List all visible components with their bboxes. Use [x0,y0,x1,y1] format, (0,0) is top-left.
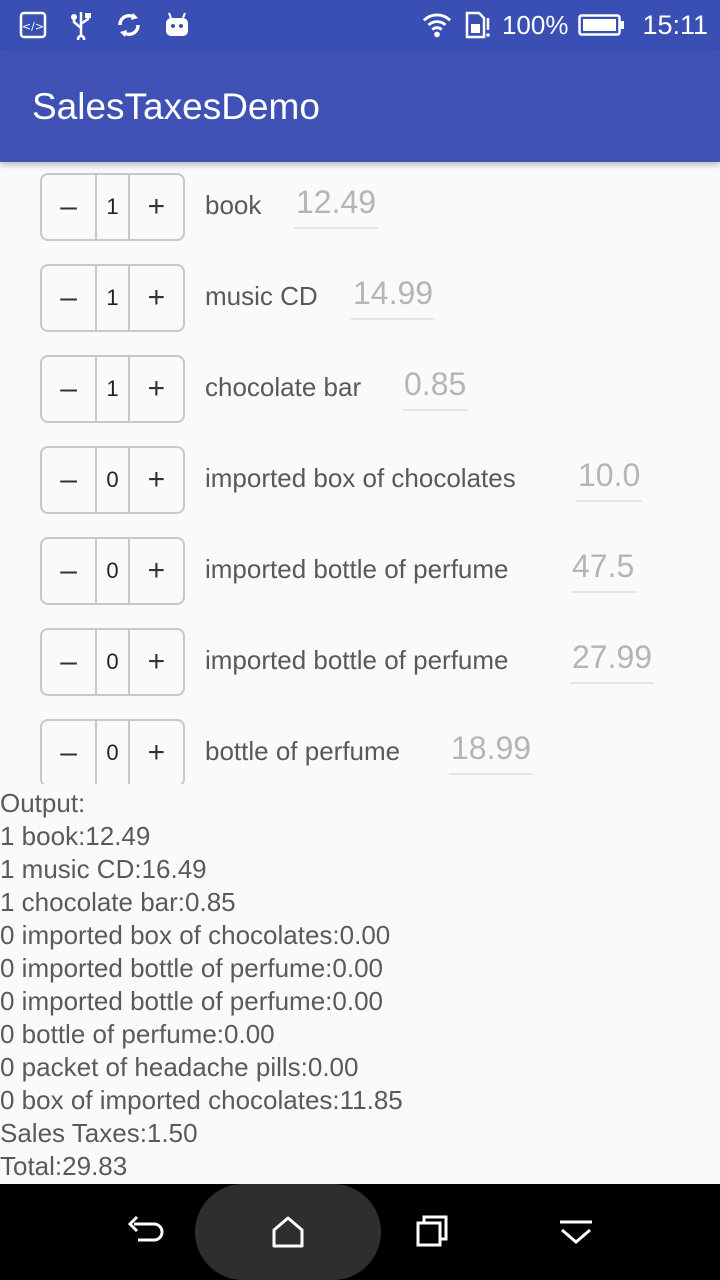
price-field[interactable]: 47.5 [570,548,637,593]
decrement-button[interactable]: – [42,266,95,330]
price-field[interactable]: 0.85 [402,366,469,411]
quantity-stepper: – 0 + [40,628,185,696]
item-row: – 1 + music CD 14.99 [0,253,720,344]
app-title: SalesTaxesDemo [32,86,320,127]
item-name: imported box of chocolates [205,463,516,493]
increment-button[interactable]: + [130,175,183,239]
app-bar: SalesTaxesDemo [0,50,720,162]
output-line: 0 packet of headache pills:0.00 [0,1052,359,1082]
home-icon[interactable] [268,1212,308,1252]
quantity-stepper: – 1 + [40,264,185,332]
usb-icon [66,10,96,40]
price-field[interactable]: 14.99 [351,275,436,320]
price-field[interactable]: 12.49 [294,184,379,229]
item-row: – 0 + imported box of chocolates 10.0 [0,435,720,526]
output-panel: Output: 1 book:12.49 1 music CD:16.49 1 … [0,787,720,1183]
quantity-stepper: – 0 + [40,719,185,784]
increment-button[interactable]: + [130,630,183,694]
item-row: – 1 + chocolate bar 0.85 [0,344,720,435]
increment-button[interactable]: + [130,448,183,512]
quantity-stepper: – 0 + [40,537,185,605]
output-line: 1 music CD:16.49 [0,854,207,884]
output-line: 0 imported bottle of perfume:0.00 [0,986,384,1016]
quantity-value: 0 [95,630,130,694]
sync-icon [114,10,144,40]
quantity-value: 1 [95,357,130,421]
increment-button[interactable]: + [130,539,183,603]
output-line: 0 imported box of chocolates:0.00 [0,920,391,950]
decrement-button[interactable]: – [42,630,95,694]
item-name: chocolate bar [205,372,362,402]
decrement-button[interactable]: – [42,448,95,512]
item-row: – 1 + book 12.49 [0,162,720,253]
battery-percent: 100% [501,9,569,40]
item-name: imported bottle of perfume [205,645,509,675]
increment-button[interactable]: + [130,266,183,330]
quantity-stepper: – 1 + [40,355,185,423]
item-row: – 0 + imported bottle of perfume 47.5 [0,526,720,617]
quantity-value: 0 [95,721,130,784]
quantity-value: 1 [95,266,130,330]
output-label: Output: [0,788,86,818]
output-line: 0 box of imported chocolates:11.85 [0,1085,403,1115]
item-list[interactable]: – 1 + book 12.49 – 1 + music CD 14.99 – … [0,162,720,784]
decrement-button[interactable]: – [42,175,95,239]
wifi-icon [422,10,452,40]
clock: 15:11 [642,9,708,40]
increment-button[interactable]: + [130,357,183,421]
status-bar: </> 100% 15:11 [0,0,720,50]
hide-nav-icon[interactable] [556,1212,596,1252]
quantity-stepper: – 0 + [40,446,185,514]
item-name: book [205,190,262,220]
output-line: 0 bottle of perfume:0.00 [0,1019,275,1049]
sales-taxes: Sales Taxes:1.50 [0,1118,198,1148]
battery-icon [578,10,626,40]
navigation-bar [0,1184,720,1280]
output-line: 1 chocolate bar:0.85 [0,887,236,917]
decrement-button[interactable]: – [42,539,95,603]
quantity-stepper: – 1 + [40,173,185,241]
decrement-button[interactable]: – [42,721,95,784]
item-name: imported bottle of perfume [205,554,509,584]
svg-text:</>: </> [22,20,44,33]
price-field[interactable]: 18.99 [449,730,534,775]
output-line: 0 imported bottle of perfume:0.00 [0,953,384,983]
total: Total:29.83 [0,1151,128,1181]
recents-icon[interactable] [412,1212,452,1252]
android-icon [162,10,192,40]
code-icon: </> [18,10,48,40]
quantity-value: 0 [95,448,130,512]
price-field[interactable]: 27.99 [570,639,655,684]
quantity-value: 0 [95,539,130,603]
price-field[interactable]: 10.0 [576,457,643,502]
increment-button[interactable]: + [130,721,183,784]
output-line: 1 book:12.49 [0,821,151,851]
item-name: bottle of perfume [205,736,401,766]
back-icon[interactable] [124,1212,164,1252]
decrement-button[interactable]: – [42,357,95,421]
quantity-value: 1 [95,175,130,239]
sim-icon [462,10,492,40]
item-name: music CD [205,281,318,311]
item-row: – 0 + bottle of perfume 18.99 [0,708,720,784]
item-row: – 0 + imported bottle of perfume 27.99 [0,617,720,708]
